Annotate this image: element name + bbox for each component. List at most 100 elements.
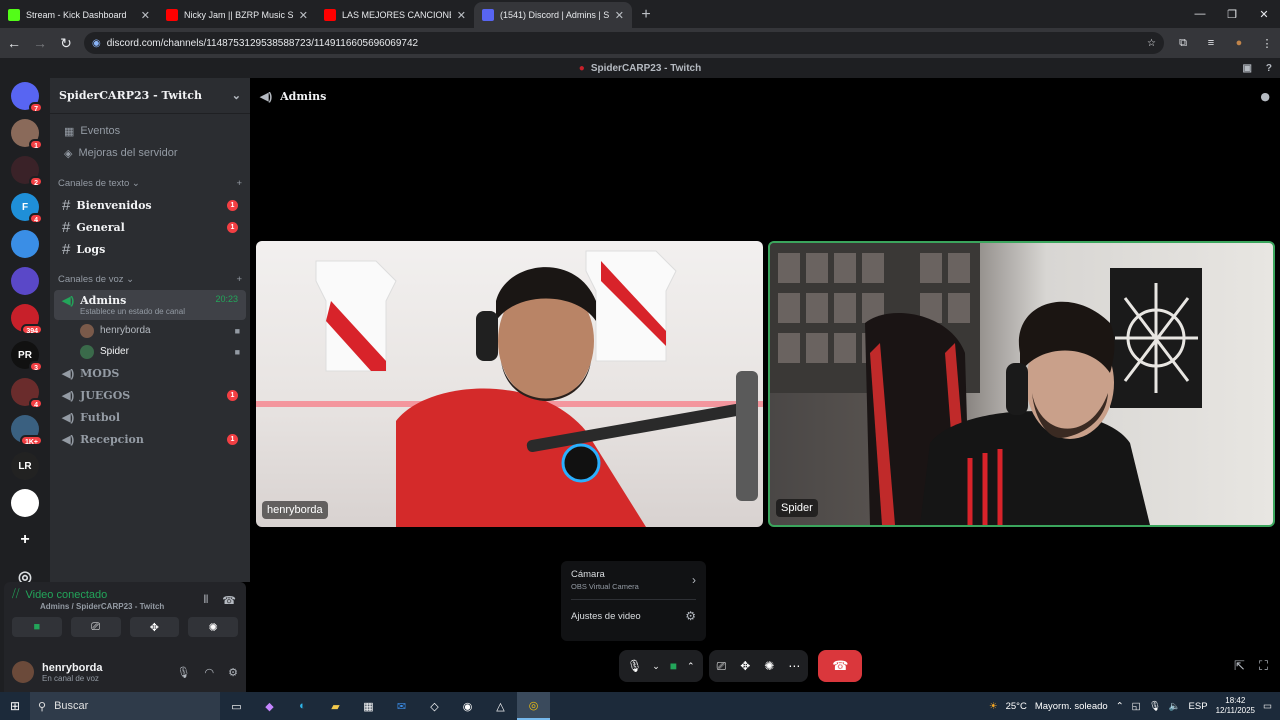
text-channel[interactable]: # Logs (54, 238, 246, 260)
discord-icon[interactable]: 7 (11, 82, 43, 113)
add-server-button[interactable]: + (11, 526, 39, 554)
server-icon[interactable] (11, 489, 39, 517)
minimize-icon[interactable]: — (1184, 0, 1216, 28)
weather-desc[interactable]: Mayorm. soleado (1035, 701, 1108, 712)
text-channel[interactable]: # General 1 (54, 216, 246, 238)
weather-temp[interactable]: 25°C (1006, 701, 1027, 712)
copilot-icon[interactable]: ◆ (253, 692, 286, 720)
windows-start-icon[interactable]: ⊞ (0, 699, 30, 713)
screen-share-button[interactable]: ⎚ (70, 617, 121, 637)
disconnect-icon[interactable]: ☎ (222, 594, 236, 607)
more-icon[interactable]: ⋯ (788, 659, 800, 673)
profile-icon[interactable]: ● (1228, 32, 1250, 54)
voice-user[interactable]: henryborda ■ (50, 320, 250, 341)
mic-icon[interactable]: 🎙 (1149, 701, 1161, 712)
browser-tab[interactable]: Nicky Jam || BZRP Music Session✕ (158, 2, 316, 28)
activities-icon[interactable]: ✥ (740, 659, 750, 673)
mic-icon[interactable]: 🎙 (627, 659, 642, 673)
text-category[interactable]: Canales de texto ⌄ + (50, 172, 250, 194)
headphones-icon[interactable]: ◠ (205, 666, 215, 679)
chevron-down-icon[interactable]: ⌄ (652, 661, 660, 672)
boost-item[interactable]: ◈ Mejoras del servidor (54, 142, 246, 164)
taskbar-search[interactable]: ⚲ Buscar (30, 692, 220, 720)
obs-icon[interactable]: ◉ (451, 692, 484, 720)
popout-icon[interactable]: ⇱ (1234, 658, 1245, 674)
close-tab-icon[interactable]: ✕ (141, 9, 150, 22)
server-icon[interactable]: PR 3 (11, 341, 43, 372)
extensions-icon[interactable]: ⧉ (1172, 32, 1194, 54)
screen-share-icon[interactable]: ⎚ (717, 659, 727, 674)
close-tab-icon[interactable]: ✕ (457, 9, 466, 22)
browser-tab-active[interactable]: (1541) Discord | Admins | S ✕ (474, 2, 632, 28)
media-icon[interactable]: ≡ (1200, 32, 1222, 54)
voice-channel-active[interactable]: ◀) Admins 20:23 Establece un estado de c… (54, 290, 246, 320)
app-icon[interactable]: △ (484, 692, 517, 720)
fullscreen-icon[interactable]: ⛶ (1259, 658, 1268, 674)
server-icon[interactable]: 2 (11, 156, 43, 187)
channel-status[interactable]: Establece un estado de canal (62, 307, 238, 316)
volume-icon[interactable]: 🔈 (1169, 701, 1181, 712)
username[interactable]: henryborda (42, 662, 103, 674)
disconnect-button[interactable]: ☎ (818, 650, 863, 682)
bookmark-star-icon[interactable]: ☆ (1147, 38, 1156, 49)
events-item[interactable]: ▦ Eventos (54, 120, 246, 142)
browser-tab[interactable]: LAS MEJORES CANCIONES DE✕ (316, 2, 474, 28)
inbox-icon[interactable]: ▣ (1242, 63, 1251, 74)
browser-tab[interactable]: Stream - Kick Dashboard ✕ (0, 2, 158, 28)
add-channel-icon[interactable]: + (236, 274, 242, 285)
add-channel-icon[interactable]: + (236, 178, 242, 189)
file-explorer-icon[interactable]: ▰ (319, 692, 352, 720)
store-icon[interactable]: ▦ (352, 692, 385, 720)
camera-option[interactable]: Cámara OBS Virtual Camera › (571, 569, 696, 591)
text-channel[interactable]: # Bienvenidos 1 (54, 194, 246, 216)
activities-button[interactable]: ✥ (129, 617, 180, 637)
server-icon[interactable] (11, 230, 39, 258)
soundboard-icon[interactable]: ✺ (764, 659, 774, 673)
forward-icon[interactable]: → (28, 31, 52, 55)
server-icon[interactable]: 1 (11, 119, 43, 150)
chevron-up-icon[interactable]: ⌃ (1116, 701, 1124, 712)
mail-icon[interactable]: ✉ (385, 692, 418, 720)
voice-channel[interactable]: ◀) JUEGOS 1 (54, 384, 246, 406)
server-icon[interactable]: 394 (11, 304, 43, 335)
chevron-up-icon[interactable]: ⌃ (687, 661, 695, 672)
noise-suppression-icon[interactable]: ⦀ (203, 594, 208, 607)
camera-icon[interactable]: ■ (670, 659, 677, 673)
clock[interactable]: 18:42 12/11/2025 (1216, 696, 1255, 716)
close-tab-icon[interactable]: ✕ (299, 9, 308, 22)
video-settings-option[interactable]: Ajustes de video ⚙ (571, 609, 696, 623)
server-icon[interactable]: LR (11, 452, 39, 480)
weather-icon[interactable]: ☀ (989, 701, 998, 712)
site-info-icon[interactable]: ◉ (92, 38, 101, 49)
address-bar[interactable]: ◉ discord.com/channels/11487531295385887… (84, 32, 1164, 54)
menu-icon[interactable]: ⋮ (1256, 32, 1278, 54)
server-icon[interactable]: 1K+ (11, 415, 43, 446)
mic-icon[interactable]: 🎙 (177, 666, 191, 679)
app-icon[interactable]: ◇ (418, 692, 451, 720)
voice-channel[interactable]: ◀) Futbol (54, 406, 246, 428)
voice-user[interactable]: Spider ■ (50, 341, 250, 362)
server-icon[interactable] (11, 267, 39, 295)
voice-category[interactable]: Canales de voz ⌄ + (50, 268, 250, 290)
server-icon[interactable]: 4 (11, 378, 43, 409)
soundboard-button[interactable]: ✺ (188, 617, 238, 637)
new-tab-button[interactable]: + (632, 2, 660, 28)
server-icon[interactable]: F4 (11, 193, 43, 224)
edge-icon[interactable]: ◐ (286, 692, 319, 720)
language-indicator[interactable]: ESP (1189, 701, 1208, 712)
restore-icon[interactable]: ❐ (1216, 0, 1248, 28)
camera-button[interactable]: ■ (12, 617, 62, 637)
back-icon[interactable]: ← (2, 31, 26, 55)
gear-icon[interactable]: ⚙ (228, 666, 238, 679)
close-window-icon[interactable]: ✕ (1248, 0, 1280, 28)
network-icon[interactable]: ◱ (1132, 701, 1141, 712)
help-icon[interactable]: ? (1266, 63, 1272, 74)
video-tile[interactable]: henryborda (256, 241, 763, 527)
close-tab-icon[interactable]: ✕ (615, 9, 624, 22)
notifications-icon[interactable]: ▭ (1263, 701, 1272, 712)
chrome-icon[interactable]: ◎ (517, 692, 550, 720)
reload-icon[interactable]: ↻ (54, 31, 78, 55)
video-tile-speaking[interactable]: Spider (768, 241, 1275, 527)
avatar[interactable] (12, 661, 34, 683)
voice-channel[interactable]: ◀) MODS (54, 362, 246, 384)
